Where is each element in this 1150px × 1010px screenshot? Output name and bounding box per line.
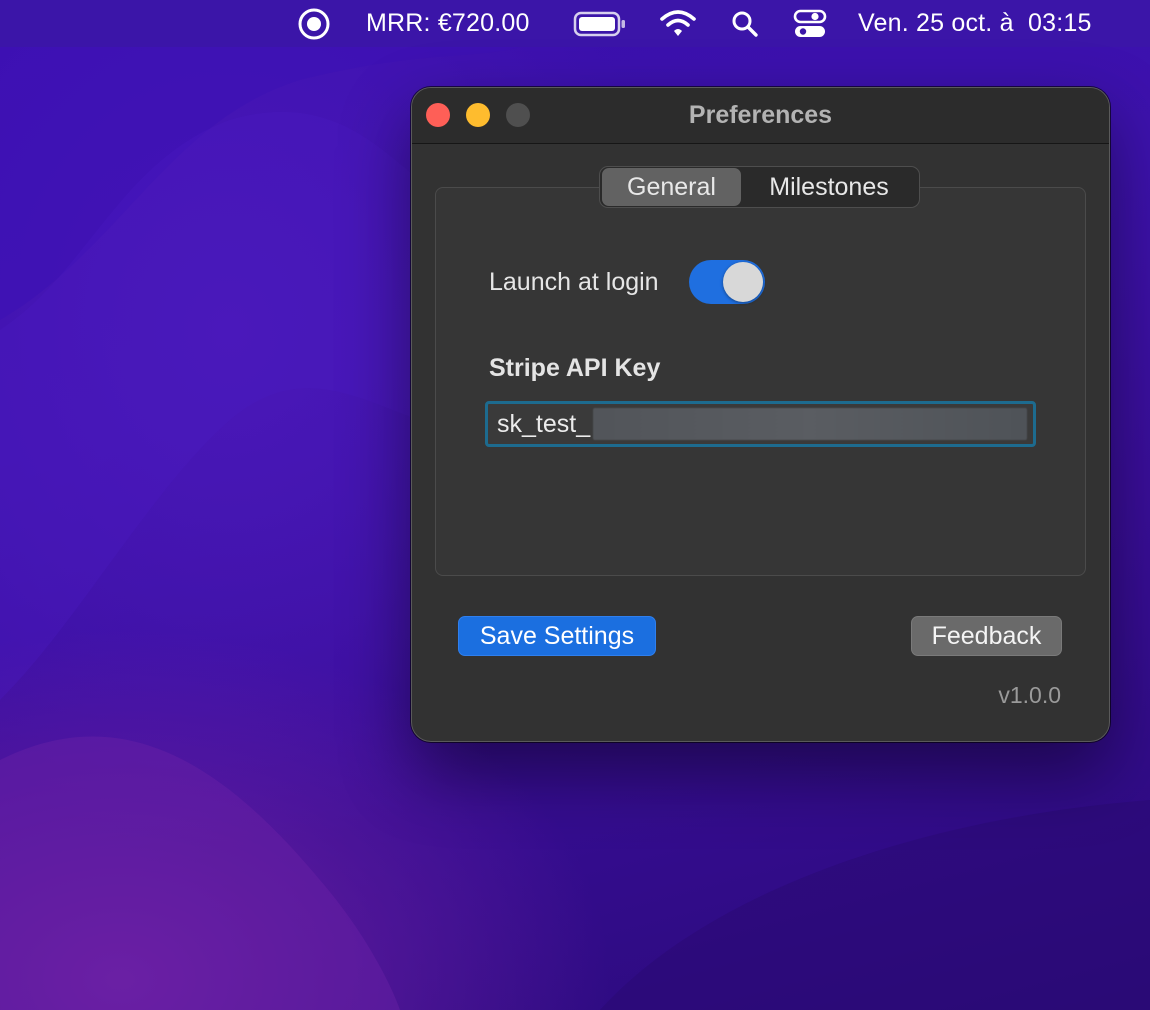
title-bar[interactable]: Preferences xyxy=(412,88,1109,144)
toggle-knob xyxy=(723,262,763,302)
control-center-icon[interactable] xyxy=(793,0,827,47)
preferences-window: Preferences General Milestones Launch at… xyxy=(411,87,1110,742)
launch-at-login-label: Launch at login xyxy=(489,268,659,296)
version-label: v1.0.0 xyxy=(998,682,1061,708)
api-key-input[interactable]: sk_test_ xyxy=(485,401,1036,447)
tab-general[interactable]: General xyxy=(602,168,741,206)
feedback-button[interactable]: Feedback xyxy=(911,616,1062,656)
api-key-value: sk_test_ xyxy=(497,409,591,438)
api-key-label: Stripe API Key xyxy=(489,354,661,382)
battery-icon[interactable] xyxy=(573,0,627,47)
redacted-key xyxy=(593,408,1027,440)
save-settings-button[interactable]: Save Settings xyxy=(458,616,656,656)
wifi-icon[interactable] xyxy=(660,0,696,47)
tab-milestones[interactable]: Milestones xyxy=(741,168,917,206)
search-icon[interactable] xyxy=(731,0,759,47)
record-circle-icon[interactable] xyxy=(297,0,331,47)
mrr-status[interactable]: MRR: €720.00 xyxy=(366,0,530,47)
launch-at-login-toggle[interactable] xyxy=(689,260,765,304)
window-title: Preferences xyxy=(688,101,833,129)
menu-bar: MRR: €720.00 Ven. 25 oct. à 03:15 xyxy=(0,0,1150,47)
menubar-clock[interactable]: Ven. 25 oct. à 03:15 xyxy=(858,0,1092,47)
tab-control: General Milestones xyxy=(599,166,920,208)
